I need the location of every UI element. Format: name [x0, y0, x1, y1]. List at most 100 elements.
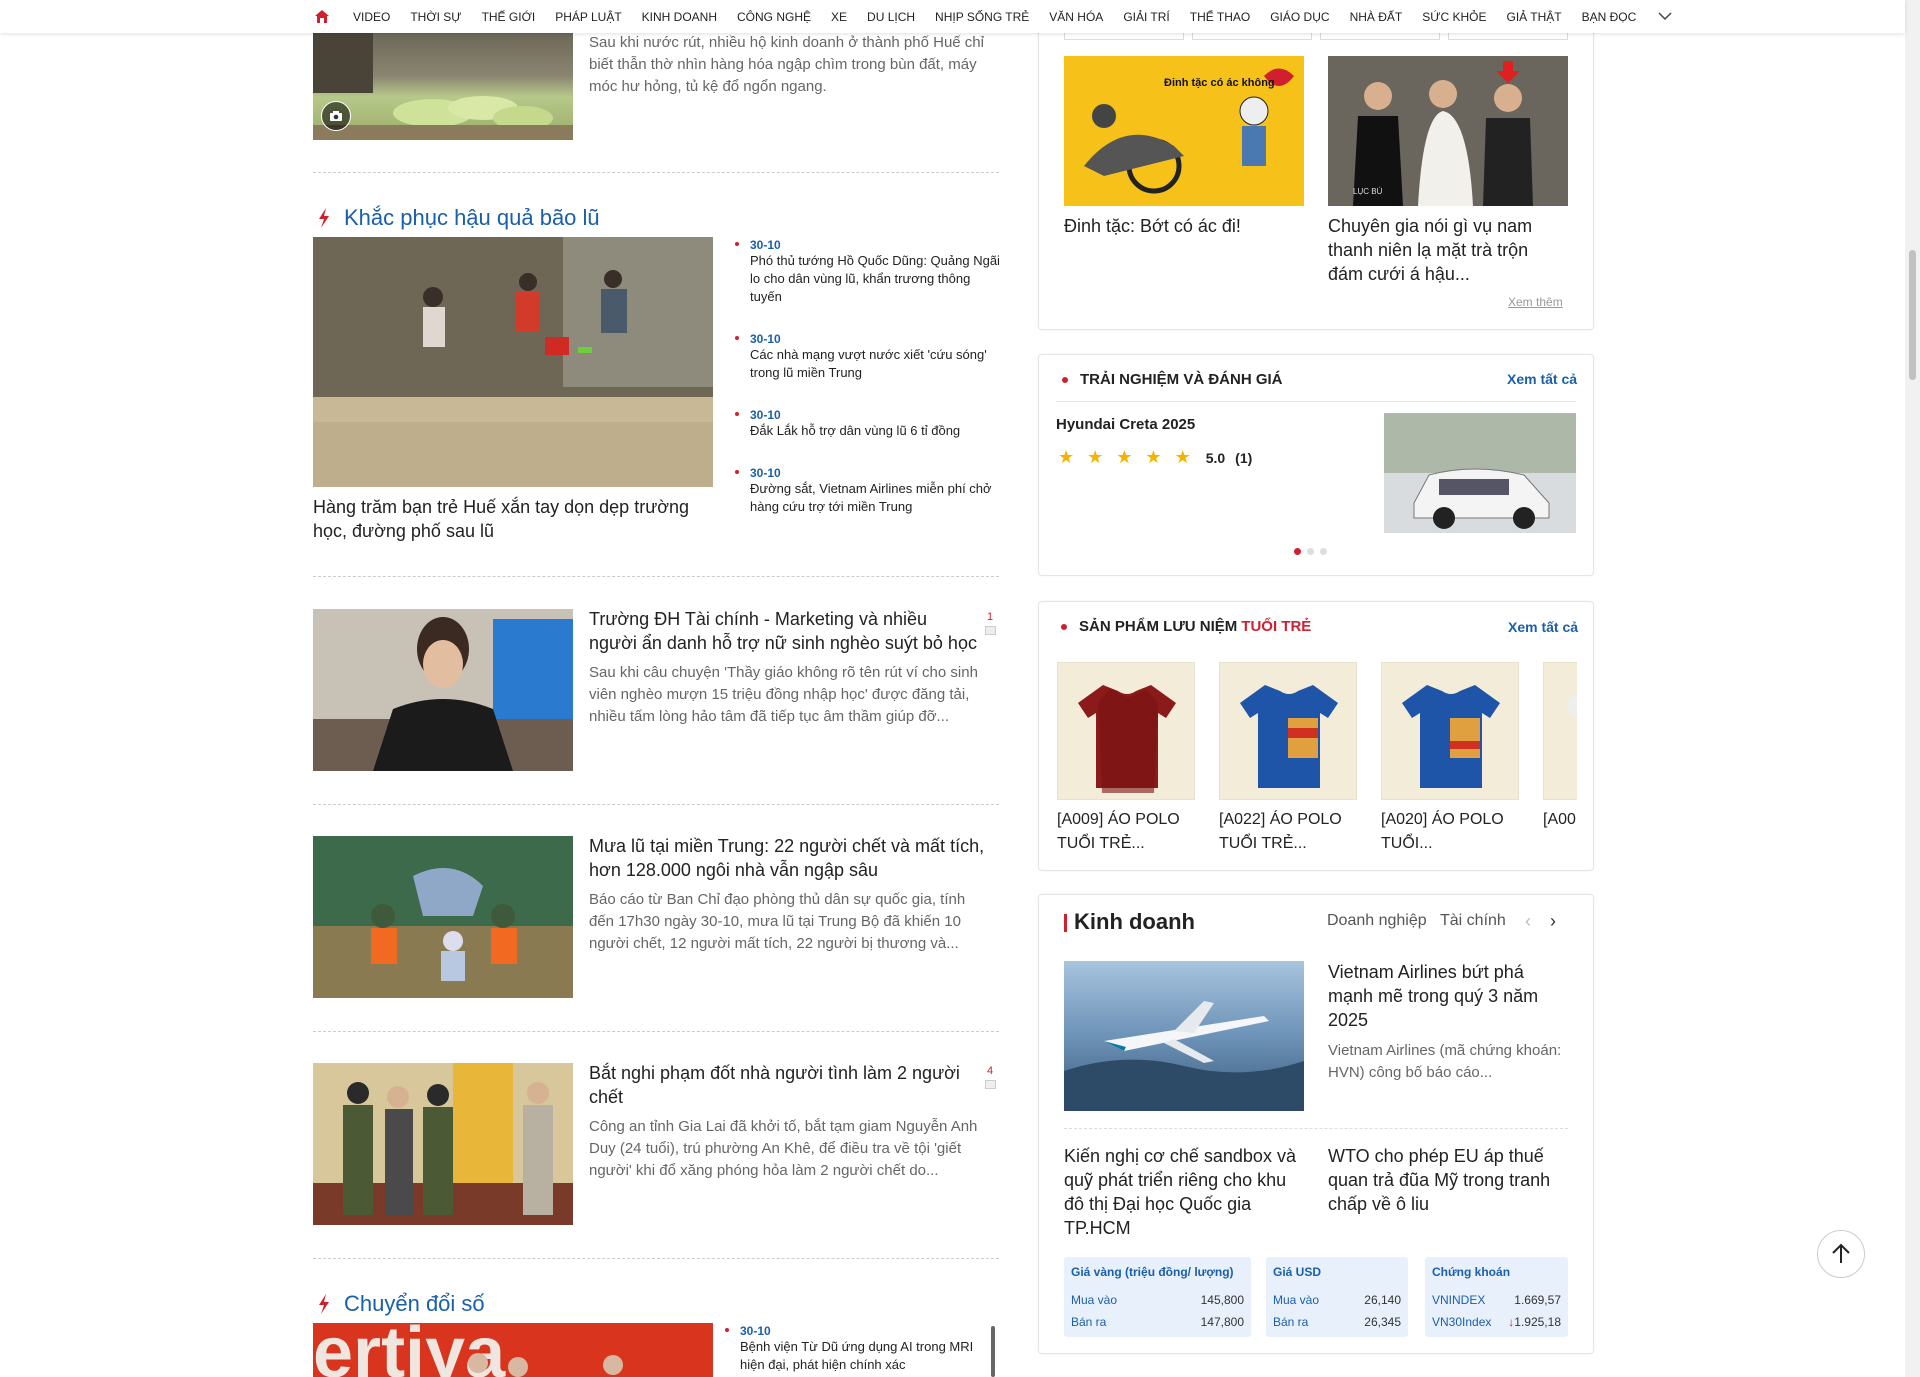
section-title-khac-phuc[interactable]: Khắc phục hậu quả bão lũ: [316, 205, 600, 231]
section2-main-image[interactable]: ertiya: [313, 1323, 713, 1377]
business-main-image[interactable]: [1064, 961, 1304, 1111]
nav-item[interactable]: CÔNG NGHỆ: [737, 10, 811, 24]
business-main-desc: Vietnam Airlines (mã chứng khoán: HVN) c…: [1328, 1042, 1562, 1081]
article-title[interactable]: Trường ĐH Tài chính - Marketing và nhiều…: [589, 607, 979, 655]
see-more-link[interactable]: Xem thêm: [1508, 295, 1563, 309]
product-title: [A022] ÁO POLO TUỔI TRẺ...: [1219, 811, 1342, 852]
nav-item[interactable]: BẠN ĐỌC: [1582, 10, 1637, 24]
top-article-image[interactable]: [313, 33, 573, 140]
business-sub-title[interactable]: Kiến nghị cơ chế sandbox và quỹ phát tri…: [1064, 1144, 1304, 1240]
nav-item[interactable]: THỜI SỰ: [410, 10, 461, 24]
business-main-title[interactable]: Vietnam Airlines bứt phá mạnh mẽ trong q…: [1328, 960, 1558, 1032]
usd-price-box[interactable]: Giá USD Mua vào 26,140 Bán ra 26,345: [1266, 1257, 1408, 1337]
opinion-card-image-1[interactable]: Đinh tặc có ác không: [1064, 56, 1304, 206]
review-product-name[interactable]: Hyundai Creta 2025: [1056, 416, 1195, 433]
home-icon[interactable]: [313, 8, 331, 26]
nav-item[interactable]: SỨC KHỎE: [1422, 10, 1486, 24]
souvenir-see-all[interactable]: Xem tất cả: [1508, 619, 1578, 635]
side-item[interactable]: 30-10 Đường sắt, Vietnam Airlines miễn p…: [735, 466, 1000, 516]
review-header-divider: [1056, 401, 1576, 402]
product-image: [1219, 662, 1357, 800]
stock-value: 1.669,57: [1514, 1293, 1561, 1307]
star-icon: ★: [1116, 447, 1133, 467]
article-image[interactable]: [313, 1063, 573, 1225]
usd-sell-row: Bán ra 26,345: [1273, 1311, 1401, 1333]
carousel-dot[interactable]: [1307, 548, 1314, 555]
nav-item[interactable]: PHÁP LUẬT: [555, 10, 621, 24]
side-item[interactable]: 30-10 Đắk Lắk hỗ trợ dân vùng lũ 6 tỉ đồ…: [735, 408, 1000, 440]
side-item-date: 30-10: [735, 466, 1000, 480]
rating-count: (1): [1235, 449, 1253, 466]
chevron-left-icon[interactable]: ‹: [1525, 911, 1531, 932]
nav-item[interactable]: GIẢ THẬT: [1507, 10, 1562, 24]
nav-item[interactable]: VIDEO: [353, 10, 390, 24]
section1-main-title[interactable]: Hàng trăm bạn trẻ Huế xắn tay dọn dẹp tr…: [313, 495, 713, 543]
star-icon: ★: [1087, 447, 1104, 467]
article-title[interactable]: Bắt nghi phạm đốt nhà người tình làm 2 n…: [589, 1061, 979, 1109]
side-item[interactable]: 30-10 Phó thủ tướng Hồ Quốc Dũng: Quảng …: [735, 238, 1000, 306]
opinion-card-title[interactable]: Đinh tặc: Bớt có ác đi!: [1064, 214, 1304, 238]
carousel-dot[interactable]: [1320, 548, 1327, 555]
rating-row: ★ ★ ★ ★ ★ 5.0 (1): [1058, 447, 1252, 468]
nav-item[interactable]: NHỊP SỐNG TRẺ: [935, 10, 1029, 24]
nav-item[interactable]: XE: [831, 10, 847, 24]
article-title[interactable]: Mưa lũ tại miền Trung: 22 người chết và …: [589, 834, 994, 882]
product-title: [A020] ÁO POLO TUỔI...: [1381, 811, 1504, 852]
gold-buy-row: Mua vào 145,800: [1071, 1289, 1244, 1311]
review-see-all[interactable]: Xem tất cả: [1507, 371, 1577, 387]
chevron-down-icon[interactable]: [1658, 10, 1672, 24]
business-tab-doanh-nghiep[interactable]: Doanh nghiệp: [1327, 912, 1427, 930]
nav-item[interactable]: GIẢI TRÍ: [1123, 10, 1169, 24]
star-rating: ★ ★ ★ ★ ★: [1058, 447, 1204, 468]
scrollbar-thumb[interactable]: [1909, 250, 1916, 380]
product-image: [1381, 662, 1519, 800]
comment-count-value: 4: [986, 1065, 994, 1077]
product-card[interactable]: [A022] ÁO POLO TUỔI TRẺ...: [1219, 662, 1357, 856]
business-divider: [1064, 1128, 1568, 1129]
comment-count[interactable]: 4: [982, 1065, 998, 1089]
nav-item[interactable]: KINH DOANH: [642, 10, 717, 24]
comment-icon: [984, 1080, 996, 1089]
gold-sell-label: Bán ra: [1071, 1315, 1107, 1329]
section1-main-image[interactable]: [313, 237, 713, 487]
usd-buy-label: Mua vào: [1273, 1293, 1320, 1307]
chevron-right-icon[interactable]: ›: [1550, 911, 1556, 932]
business-title[interactable]: Kinh doanh: [1074, 909, 1195, 935]
top-nav: VIDEO THỜI SỰ THẾ GIỚI PHÁP LUẬT KINH DOANH C…: [0, 0, 1905, 33]
review-product-image[interactable]: [1384, 413, 1576, 533]
carousel-dots[interactable]: [1294, 548, 1327, 555]
article-desc: Báo cáo từ Ban Chỉ đạo phòng thủ dân sự …: [589, 891, 966, 952]
nav-item[interactable]: THẾ GIỚI: [482, 10, 536, 24]
product-card[interactable]: [A009] ÁO POLO TUỔI TRẺ...: [1057, 662, 1195, 856]
product-card[interactable]: [A020] ÁO POLO TUỔI...: [1381, 662, 1519, 856]
opinion-card-title[interactable]: Chuyên gia nói gì vụ nam thanh niên lạ m…: [1328, 214, 1568, 286]
review-box-title: TRẢI NGHIỆM VÀ ĐÁNH GIÁ: [1080, 371, 1283, 388]
business-tab-tai-chinh[interactable]: Tài chính: [1440, 912, 1506, 930]
section-title-chuyen-doi-so[interactable]: Chuyển đổi số: [316, 1291, 485, 1317]
article-image[interactable]: [313, 609, 573, 771]
side-list-scrollbar[interactable]: [991, 1326, 995, 1377]
gold-sell-value: 147,800: [1200, 1315, 1244, 1329]
side-item[interactable]: 30-10 Các nhà mạng vượt nước xiết 'cứu s…: [735, 332, 1000, 382]
side-item[interactable]: 30-10 Bệnh viện Từ Dũ ứng dụng AI trong …: [725, 1324, 982, 1374]
opinion-card-image-2[interactable]: LỤC BÚ: [1328, 56, 1568, 206]
business-accent-bar: [1064, 914, 1067, 932]
nav-item[interactable]: VĂN HÓA: [1049, 10, 1103, 24]
business-sub-title[interactable]: WTO cho phép EU áp thuế quan trả đũa Mỹ …: [1328, 1144, 1568, 1216]
page-scrollbar[interactable]: [1905, 0, 1920, 1377]
stock-box[interactable]: Chứng khoán VNINDEX 1.669,57 VN30Index ↓1.…: [1425, 1257, 1568, 1337]
nav-item[interactable]: THỂ THAO: [1190, 10, 1250, 24]
nav-item[interactable]: GIÁO DỤC: [1270, 10, 1329, 24]
side-item-date: 30-10: [735, 408, 1000, 422]
nav-item[interactable]: DU LỊCH: [867, 10, 915, 24]
back-to-top-button[interactable]: [1817, 1230, 1865, 1278]
side-item-title: Bệnh viện Từ Dũ ứng dụng AI trong MRI hi…: [740, 1339, 974, 1372]
product-card[interactable]: [A00 TUỔI: [1543, 662, 1577, 832]
gold-price-box[interactable]: Giá vàng (triệu đồng/ lượng) Mua vào 145,…: [1064, 1257, 1251, 1337]
carousel-dot[interactable]: [1294, 548, 1301, 555]
article-desc: Công an tỉnh Gia Lai đã khởi tố, bắt tạm…: [589, 1118, 978, 1179]
article-image[interactable]: [313, 836, 573, 998]
nav-item[interactable]: NHÀ ĐẤT: [1350, 10, 1403, 24]
souvenir-title-prefix: SẢN PHẨM LƯU NIỆM: [1079, 618, 1238, 635]
comment-count[interactable]: 1: [982, 611, 998, 635]
